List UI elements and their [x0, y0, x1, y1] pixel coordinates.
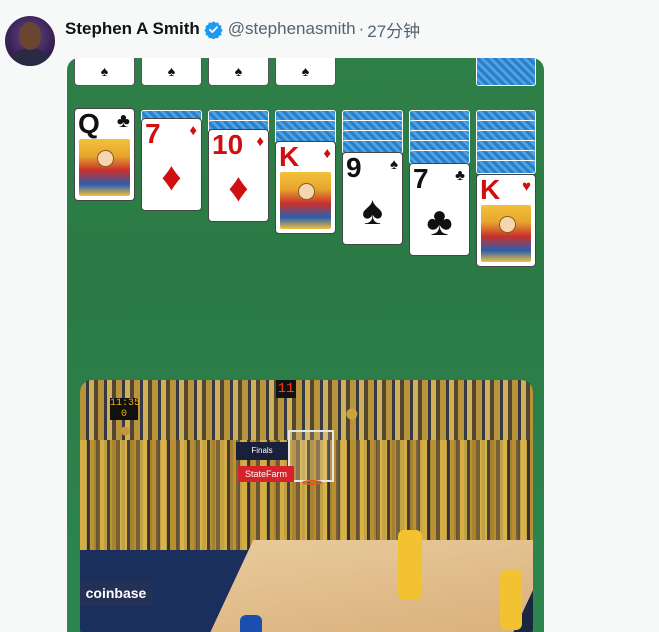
card-suit-icon: ♥ [522, 178, 531, 195]
queen-face-art [79, 139, 130, 196]
foundation-pile-3[interactable]: ♠ [208, 58, 269, 86]
foundation-pile-4[interactable]: ♠ [275, 58, 336, 86]
tableau-card-3[interactable]: 10 ♦ ♦ [208, 129, 269, 222]
author-handle[interactable]: @stephenasmith [228, 19, 356, 39]
card-rank: Q [78, 108, 100, 139]
card-suit-icon: ♣ [116, 110, 130, 132]
card-rank: 10 [212, 129, 244, 160]
card-rank: 7 [413, 163, 429, 194]
sponsor-statefarm: StateFarm [238, 466, 294, 482]
card-rank: 7 [145, 118, 161, 149]
finals-banner: Finals [236, 442, 288, 460]
tableau-card-2[interactable]: 7 ♦ ♦ [141, 118, 202, 211]
avatar-shoulders [9, 48, 51, 66]
post-header: Stephen A Smith @stephenasmith · 27分钟 [65, 16, 420, 42]
backboard [288, 430, 334, 482]
card-center-pip: ♣ [426, 200, 453, 244]
post-media[interactable]: ♠ ♠ ♠ ♠ Q ♣ 7 ♦ ♦ 10 ♦ ♦ K ♦ 9 ♠ ♠ 7 ♣ ♣… [67, 58, 544, 632]
separator-dot: · [358, 19, 365, 38]
sponsor-coinbase: coinbase [80, 580, 152, 606]
card-rank: 9 [346, 152, 362, 183]
card-suit-icon: ♦ [256, 133, 264, 150]
card-suit-icon: ♠ [390, 156, 398, 173]
card-center-pip: ♦ [161, 155, 182, 199]
verified-badge-icon[interactable] [204, 20, 223, 39]
card-center-pip: ♠ [361, 189, 384, 233]
card-center-pip: ♦ [228, 166, 249, 210]
king-face-art [481, 205, 531, 262]
tableau-card-4[interactable]: K ♦ [275, 141, 336, 234]
hidden-card [409, 150, 470, 164]
post-timestamp[interactable]: 27分钟 [367, 17, 420, 42]
avatar-face [19, 22, 41, 50]
card-rank: K [480, 174, 501, 205]
foundation-pile-1[interactable]: ♠ [74, 58, 135, 86]
foundation-suit: ♠ [167, 63, 176, 79]
foundation-suit: ♠ [100, 63, 109, 79]
tableau-card-5[interactable]: 9 ♠ ♠ [342, 152, 403, 245]
card-suit-icon: ♦ [323, 145, 331, 162]
foundation-pile-2[interactable]: ♠ [141, 58, 202, 86]
card-suit-icon: ♦ [189, 122, 197, 139]
author-avatar[interactable] [5, 16, 55, 66]
embedded-video[interactable]: 11:35 0 11 Finals StateFarm coinbase [80, 380, 533, 632]
player [398, 530, 422, 600]
author-name[interactable]: Stephen A Smith [65, 19, 200, 39]
hidden-card [476, 160, 536, 174]
tableau-card-7[interactable]: K ♥ [476, 174, 536, 267]
card-rank: K [279, 141, 300, 172]
tableau-card-6[interactable]: 7 ♣ ♣ [409, 163, 470, 256]
basketball-rim [302, 480, 322, 485]
player [240, 615, 262, 632]
stock-pile[interactable] [476, 58, 536, 86]
player [500, 570, 522, 630]
card-suit-icon: ♣ [455, 167, 465, 184]
foundation-suit: ♠ [301, 63, 310, 79]
king-face-art [280, 172, 331, 229]
scoreboard-clock: 11:35 0 [110, 398, 141, 420]
tableau-card-1[interactable]: Q ♣ [74, 108, 135, 201]
shot-clock: 11 [276, 380, 296, 398]
foundation-suit: ♠ [234, 63, 243, 79]
